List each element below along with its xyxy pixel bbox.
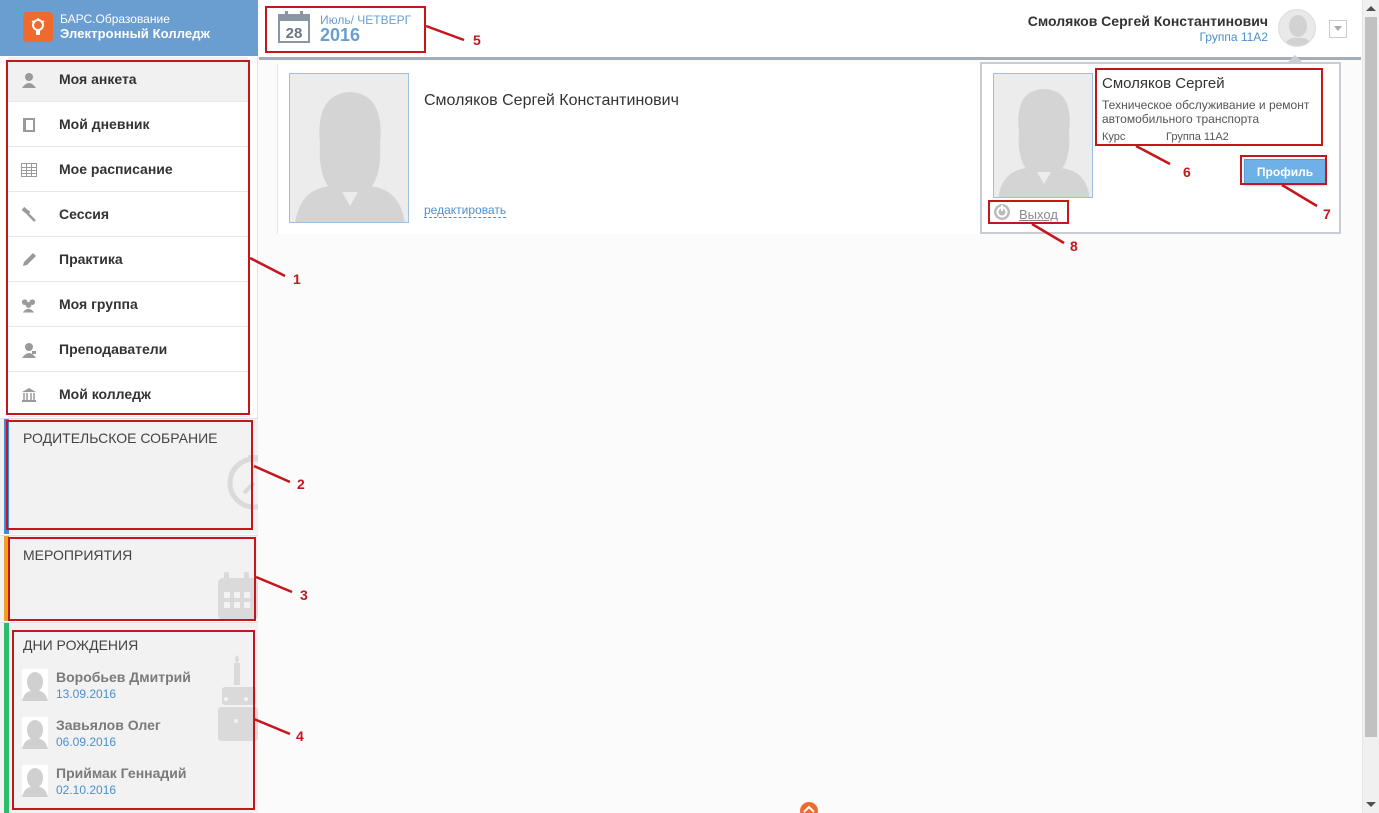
- birthday-name: Приймак Геннадий: [56, 765, 187, 781]
- callout-number: 6: [1183, 164, 1191, 180]
- widget-events[interactable]: МЕРОПРИЯТИЯ: [0, 535, 258, 621]
- group-icon: [20, 296, 37, 313]
- teacher-icon: [20, 341, 37, 358]
- birthday-date: 02.10.2016: [56, 783, 117, 797]
- birthday-name: Воробьев Дмитрий: [56, 669, 191, 685]
- menu-item-teachers[interactable]: Преподаватели: [8, 327, 248, 372]
- profile-button[interactable]: Профиль: [1244, 159, 1326, 185]
- widget-title: МЕРОПРИЯТИЯ: [23, 547, 133, 563]
- avatar: [22, 717, 48, 749]
- menu-item-label: Моя группа: [59, 296, 138, 312]
- popup-specialty: Техническое обслуживание и ремонт автомо…: [1102, 98, 1310, 126]
- menu-item-my-group[interactable]: Моя группа: [8, 282, 248, 327]
- callout-number: 8: [1070, 238, 1078, 254]
- avatar: [22, 669, 48, 701]
- schedule-grid-icon: [20, 161, 37, 178]
- widget-parents-meeting[interactable]: РОДИТЕЛЬСКОЕ СОБРАНИЕ: [0, 418, 281, 534]
- logout-label: Выход: [1019, 207, 1058, 222]
- profile-full-name: Смоляков Сергей Константинович: [424, 92, 679, 109]
- menu-item-label: Мое расписание: [59, 161, 173, 177]
- widget-color-stripe: [4, 419, 9, 534]
- user-popup: Смоляков Сергей Техническое обслуживание…: [980, 62, 1341, 234]
- scrollbar-thumb[interactable]: [1365, 17, 1377, 737]
- menu-item-schedule[interactable]: Мое расписание: [8, 147, 248, 192]
- popup-group: Группа 11А2: [1166, 131, 1229, 143]
- logo-title-line1: БАРС.Образование: [60, 12, 170, 26]
- menu-item-label: Мой дневник: [59, 116, 150, 132]
- header-avatar[interactable]: [1278, 9, 1316, 47]
- chevron-up-icon: [803, 805, 815, 813]
- calendar-icon: [216, 570, 258, 625]
- date-year: 2016: [320, 25, 361, 45]
- profile-card: Смоляков Сергей Константинович редактиро…: [277, 64, 980, 234]
- bars-logo-icon: [23, 12, 53, 42]
- callout-number: 2: [297, 476, 305, 492]
- widget-title: РОДИТЕЛЬСКОЕ СОБРАНИЕ: [23, 430, 218, 446]
- header-user-group[interactable]: Группа 11А2: [1199, 30, 1268, 44]
- user-icon: [20, 71, 37, 88]
- calendar-date-icon: 28: [278, 11, 310, 48]
- callout-number: 5: [473, 32, 481, 48]
- college-building-icon: [20, 386, 37, 403]
- widget-title: ДНИ РОЖДЕНИЯ: [23, 637, 139, 653]
- edit-profile-link[interactable]: редактировать: [424, 203, 507, 218]
- menu-item-session[interactable]: Сессия: [8, 192, 248, 237]
- calendar-day: 28: [286, 25, 303, 42]
- header-user-name[interactable]: Смоляков Сергей Константинович: [1028, 13, 1268, 29]
- main-menu: Моя анкета Мой дневник Мое расписание Се…: [8, 57, 248, 417]
- menu-item-label: Моя анкета: [59, 71, 137, 87]
- birthday-date: 13.09.2016: [56, 687, 117, 701]
- birthday-name: Завьялов Олег: [56, 717, 161, 733]
- menu-item-label: Преподаватели: [59, 341, 168, 357]
- widget-color-stripe: [4, 536, 9, 621]
- pencil-icon: [20, 251, 37, 268]
- menu-item-label: Мой колледж: [59, 386, 151, 402]
- birthday-date: 06.09.2016: [56, 735, 117, 749]
- menu-item-my-profile[interactable]: Моя анкета: [8, 57, 248, 102]
- callout-number: 4: [296, 728, 304, 744]
- callout-number: 7: [1323, 206, 1331, 222]
- power-icon: [993, 203, 1011, 226]
- widget-color-stripe: [4, 623, 9, 813]
- popup-photo: [993, 73, 1093, 198]
- scroll-down-arrow-icon[interactable]: [1366, 802, 1376, 807]
- chevron-down-icon[interactable]: [1329, 20, 1347, 38]
- profile-photo: [289, 73, 409, 223]
- callout-number: 3: [300, 587, 308, 603]
- app-logo[interactable]: БАРС.Образование Электронный Колледж: [0, 0, 258, 56]
- page-scrollbar[interactable]: [1362, 0, 1379, 813]
- clock-icon: [214, 453, 281, 518]
- hammer-icon: [20, 206, 37, 223]
- widget-birthdays[interactable]: ДНИ РОЖДЕНИЯ Воробьев Дмитрий 13.09.2016…: [0, 622, 258, 813]
- menu-item-diary[interactable]: Мой дневник: [8, 102, 248, 147]
- top-header: 28 Июль/ ЧЕТВЕРГ 2016 Смоляков Сергей Ко…: [259, 0, 1361, 60]
- logo-title-line2: Электронный Колледж: [60, 26, 210, 41]
- menu-item-practice[interactable]: Практика: [8, 237, 248, 282]
- popup-course-label: Курс: [1102, 131, 1126, 143]
- logout-button[interactable]: Выход: [993, 203, 1058, 226]
- cake-icon: [216, 655, 258, 750]
- callout-number: 1: [293, 271, 301, 287]
- popup-user-name: Смоляков Сергей: [1102, 75, 1225, 92]
- scroll-up-arrow-icon[interactable]: [1366, 6, 1376, 11]
- menu-item-label: Практика: [59, 251, 123, 267]
- avatar: [22, 765, 48, 797]
- menu-item-label: Сессия: [59, 206, 110, 222]
- scroll-to-top-button[interactable]: [800, 802, 818, 813]
- sidebar: БАРС.Образование Электронный Колледж Моя…: [0, 0, 281, 813]
- menu-item-my-college[interactable]: Мой колледж: [8, 372, 248, 417]
- diary-icon: [20, 116, 37, 133]
